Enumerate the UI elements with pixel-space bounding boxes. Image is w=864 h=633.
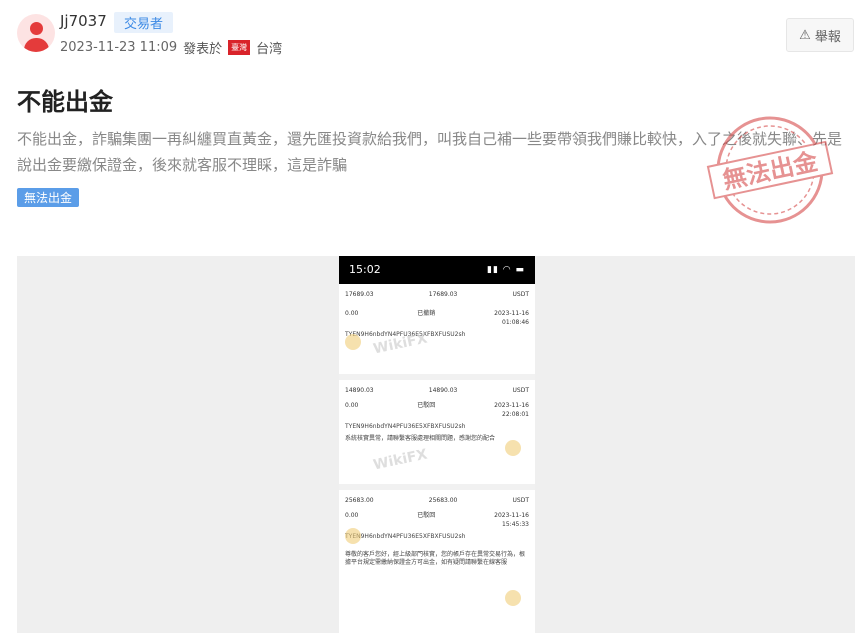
report-label: 舉報 [814,29,841,45]
record-card-2: 14890.03 14890.03 USDT 0.00 已駁回 2023-11-16 2… [339,380,535,490]
reject-note: 尊敬的客戶您好，經上級部門核實，您的帳戶存在異常交易行為，根據平台規定需繳納保證… [345,551,526,566]
post-meta: 2023-11-23 11:09 發表於 臺灣 台湾 [60,38,282,57]
wallet-address: TYEN9H6nbdYN4PFU36E5XFBXFUSU2sh [345,533,466,540]
avatar[interactable] [17,14,55,52]
stamp-icon: 無法出金 [706,116,834,224]
warning-icon: ⚠ [799,27,811,43]
reject-note: 系統核實異常，請聯繫客服處理相關問題，感謝您的配合 [345,435,496,442]
post-tag[interactable]: 無法出金 [17,188,80,207]
flag-icon: 臺灣 [228,40,251,55]
phone-status-bar: 15:02 ▮▮ ◠ ▬ [339,256,535,284]
post-timestamp: 2023-11-23 11:09 [60,40,178,55]
record-card-1: 17689.03 17689.03 USDT 0.00 已撤銷 2023-11-16 0… [339,284,535,380]
record-card-3: 25683.00 25683.00 USDT 0.00 已駁回 2023-11-16 1… [339,490,535,633]
coin-icon [345,334,361,350]
report-button[interactable]: ⚠ 舉報 [786,18,854,52]
avatar-body [24,38,49,52]
coin-icon [345,528,361,544]
wallet-address: TYEN9H6nbdYN4PFU36E5XFBXFUSU2sh [345,423,466,430]
phone-screenshot: 15:02 ▮▮ ◠ ▬ 17689.03 17689.03 USDT 0.00 已撤… [339,256,535,633]
coin-icon [505,440,521,456]
role-badge: 交易者 [114,12,174,33]
post-location: 台湾 [256,42,283,57]
posted-from-label: 發表於 [183,42,223,57]
coin-icon [505,590,521,606]
post-title: 不能出金 [17,88,113,116]
status-time: 15:02 [349,263,381,276]
post-image[interactable]: 15:02 ▮▮ ◠ ▬ 17689.03 17689.03 USDT 0.00 已撤… [17,256,855,633]
signal-wifi-battery-icon: ▮▮ ◠ ▬ [487,265,525,275]
avatar-head [30,22,43,35]
wallet-address: TYEN9H6nbdYN4PFU36E5XFBXFUSU2sh [345,331,466,338]
watermark: WikiFX [371,446,429,474]
username[interactable]: Jj7037 [60,12,107,30]
